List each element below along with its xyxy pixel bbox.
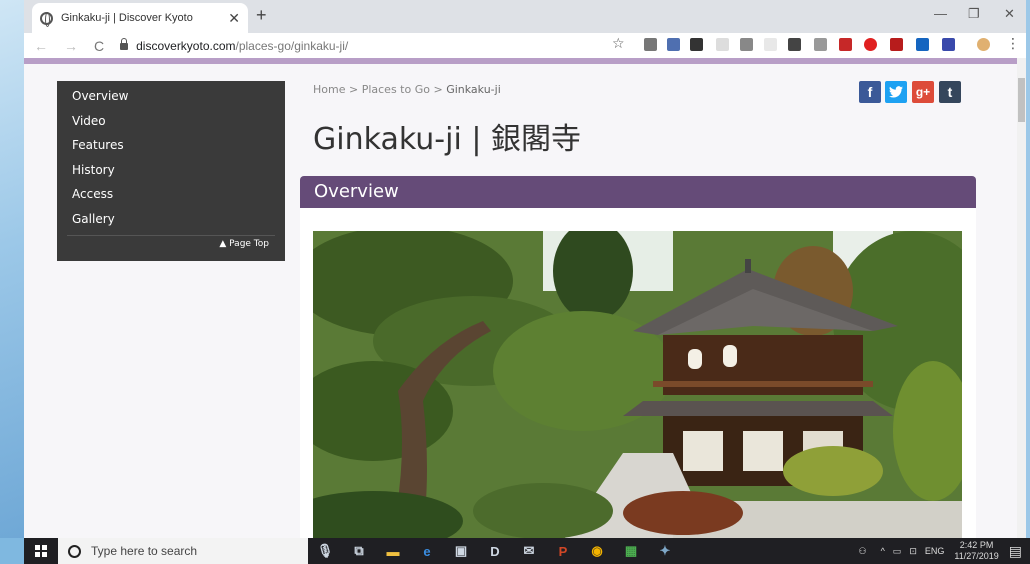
globe-icon xyxy=(40,11,53,27)
file-explorer-icon[interactable]: ▬ xyxy=(376,538,410,564)
breadcrumb: Home > Places to Go > Ginkaku-ji xyxy=(313,83,501,96)
windows-taskbar: Type here to search 🎙 ⧉ ▬ e ▣ D ✉ P ◉ ▦ … xyxy=(24,538,1030,564)
extension-icon[interactable] xyxy=(667,38,680,51)
download-extension-icon[interactable] xyxy=(814,38,827,51)
cortana-icon xyxy=(68,544,81,558)
people-icon[interactable]: ⚇ xyxy=(858,546,866,557)
arrow-extension-icon[interactable] xyxy=(690,38,703,51)
page-title: Ginkaku-ji | 銀閣寺 xyxy=(313,122,581,157)
eyedropper-extension-icon[interactable] xyxy=(788,38,801,51)
page-scrollbar[interactable] xyxy=(1017,58,1026,538)
new-tab-icon[interactable]: + xyxy=(256,5,267,26)
extension-icon[interactable] xyxy=(839,38,852,51)
section-header-overview: Overview xyxy=(300,176,976,208)
lock-icon[interactable] xyxy=(120,38,129,50)
sidebar-item-access[interactable]: Access xyxy=(72,185,285,210)
browser-window: Ginkaku-ji | Discover Kyoto ✕ + — ❐ ✕ ← … xyxy=(24,0,1026,538)
extension-icon[interactable] xyxy=(916,38,929,51)
app-icon[interactable]: ✦ xyxy=(648,538,682,564)
page-top-link[interactable]: ▲ Page Top xyxy=(219,239,269,249)
opera-extension-icon[interactable] xyxy=(864,38,877,51)
sidebar-item-gallery[interactable]: Gallery xyxy=(72,210,285,235)
taskbar-search-placeholder: Type here to search xyxy=(91,544,198,558)
pdf-extension-icon[interactable] xyxy=(890,38,903,51)
twitter-bird-icon xyxy=(889,86,903,98)
sidebar-nav: Overview Video Features History Access G… xyxy=(57,81,285,261)
notification-icon[interactable]: ▤ xyxy=(1009,543,1022,560)
menu-icon[interactable]: ⋮ xyxy=(1006,36,1020,52)
scrollbar-thumb[interactable] xyxy=(1018,78,1025,122)
app-d-icon[interactable]: D xyxy=(478,538,512,564)
profile-avatar[interactable] xyxy=(977,38,990,51)
temple-garden-image xyxy=(313,231,962,538)
system-tray: ⚇ ^ ▭ ⊡ ENG 2:42 PM 11/27/2019 ▤ xyxy=(858,538,1030,564)
edge-icon[interactable]: e xyxy=(410,538,444,564)
camera-extension-icon[interactable] xyxy=(644,38,657,51)
close-window-icon[interactable]: ✕ xyxy=(1004,6,1015,22)
breadcrumb-places[interactable]: Places to Go xyxy=(362,83,430,96)
facebook-share-button[interactable]: f xyxy=(859,81,881,103)
sidebar-divider xyxy=(67,234,275,236)
app-icon[interactable]: ▦ xyxy=(614,538,648,564)
mail-icon[interactable]: ✉ xyxy=(512,538,546,564)
taskbar-clock[interactable]: 2:42 PM 11/27/2019 xyxy=(954,540,998,562)
language-indicator[interactable]: ENG xyxy=(925,546,945,556)
network-icon[interactable]: ⊡ xyxy=(909,546,917,557)
tab-strip: Ginkaku-ji | Discover Kyoto ✕ + — ❐ ✕ xyxy=(24,0,1026,33)
extension-icon[interactable] xyxy=(716,38,729,51)
sidebar-item-features[interactable]: Features xyxy=(72,136,285,161)
ginkakuji-photo xyxy=(313,231,962,538)
tab-close-icon[interactable]: ✕ xyxy=(228,10,240,27)
sidebar-item-overview[interactable]: Overview xyxy=(72,87,285,112)
address-bar: ← → C discoverkyoto.com/places-go/ginkak… xyxy=(24,33,1026,58)
minimize-icon[interactable]: — xyxy=(934,6,947,21)
store-icon[interactable]: ▣ xyxy=(444,538,478,564)
desktop-background xyxy=(0,0,24,538)
twitter-share-button[interactable] xyxy=(885,81,907,103)
bookmark-star-icon[interactable]: ☆ xyxy=(612,36,625,52)
task-view-icon[interactable]: ⧉ xyxy=(342,538,376,564)
sidebar-item-video[interactable]: Video xyxy=(72,112,285,137)
grid-extension-icon[interactable] xyxy=(942,38,955,51)
sidebar-item-history[interactable]: History xyxy=(72,161,285,186)
page-content: Overview Video Features History Access G… xyxy=(24,64,1020,538)
back-icon[interactable]: ← xyxy=(34,38,48,54)
breadcrumb-home[interactable]: Home xyxy=(313,83,345,96)
breadcrumb-current: Ginkaku-ji xyxy=(446,83,501,96)
restore-icon[interactable]: ❐ xyxy=(968,6,980,22)
tab-title: Ginkaku-ji | Discover Kyoto xyxy=(61,12,193,24)
taskbar-search[interactable]: Type here to search xyxy=(58,538,308,564)
tumblr-share-button[interactable]: t xyxy=(939,81,961,103)
powerpoint-icon[interactable]: P xyxy=(546,538,580,564)
extension-icon[interactable] xyxy=(740,38,753,51)
forward-icon[interactable]: → xyxy=(64,38,78,54)
reload-icon[interactable]: C xyxy=(94,38,104,54)
url-field[interactable]: discoverkyoto.com/places-go/ginkaku-ji/ xyxy=(136,39,348,53)
extension-icon[interactable] xyxy=(764,38,777,51)
browser-tab[interactable]: Ginkaku-ji | Discover Kyoto ✕ xyxy=(32,3,248,33)
windows-logo-icon xyxy=(35,545,47,557)
desktop-background-right xyxy=(1026,0,1030,538)
start-button[interactable] xyxy=(24,538,58,564)
chrome-icon[interactable]: ◉ xyxy=(580,538,614,564)
show-hidden-icons[interactable]: ^ xyxy=(881,546,885,556)
battery-icon[interactable]: ▭ xyxy=(893,546,902,557)
googleplus-share-button[interactable]: g+ xyxy=(912,81,934,103)
microphone-icon[interactable]: 🎙 xyxy=(308,538,342,564)
